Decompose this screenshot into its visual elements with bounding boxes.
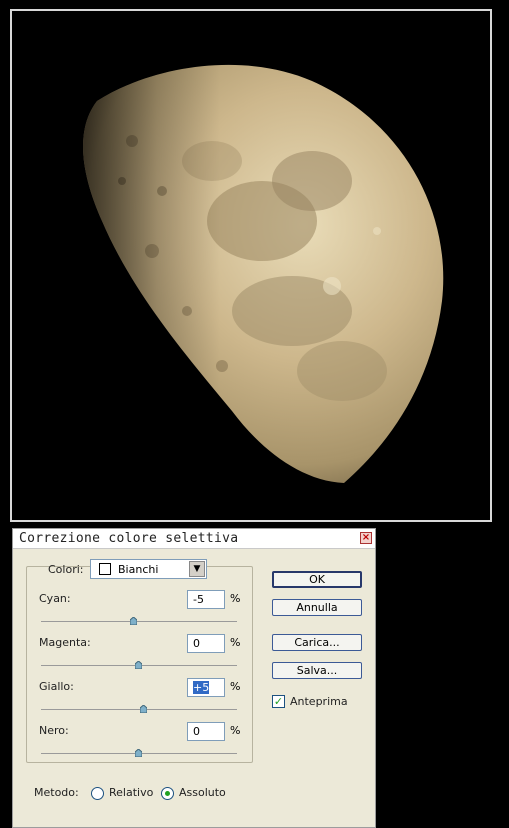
- dialog-titlebar[interactable]: Correzione colore selettiva ×: [13, 529, 375, 549]
- close-icon: ×: [361, 532, 371, 543]
- salva-button[interactable]: Salva...: [272, 662, 362, 679]
- relativo-label: Relativo: [109, 786, 154, 799]
- magenta-value: 0: [193, 637, 200, 650]
- nero-label: Nero:: [39, 724, 69, 737]
- cyan-input[interactable]: -5: [187, 590, 225, 609]
- cyan-percent-sign: %: [230, 592, 241, 605]
- image-preview: [10, 9, 492, 522]
- giallo-input[interactable]: +5: [187, 678, 225, 697]
- assoluto-radio[interactable]: [161, 787, 174, 800]
- giallo-slider[interactable]: [41, 705, 237, 713]
- close-button[interactable]: ×: [360, 532, 372, 544]
- nero-slider[interactable]: [41, 749, 237, 757]
- check-icon: ✓: [273, 695, 284, 708]
- magenta-slider-thumb[interactable]: [135, 661, 142, 669]
- anteprima-checkbox[interactable]: ✓: [272, 695, 285, 708]
- chevron-down-icon[interactable]: ▼: [189, 561, 205, 577]
- nero-slider-thumb[interactable]: [135, 749, 142, 757]
- giallo-slider-thumb[interactable]: [140, 705, 147, 713]
- colori-label: Colori:: [48, 563, 84, 576]
- metodo-label: Metodo:: [34, 786, 79, 799]
- giallo-label: Giallo:: [39, 680, 74, 693]
- magenta-input[interactable]: 0: [187, 634, 225, 653]
- moon-image: [12, 11, 490, 520]
- colori-value: Bianchi: [118, 563, 159, 576]
- cyan-slider-thumb[interactable]: [130, 617, 137, 625]
- magenta-slider[interactable]: [41, 661, 237, 669]
- color-swatch: [99, 563, 111, 575]
- carica-button[interactable]: Carica...: [272, 634, 362, 651]
- giallo-percent-sign: %: [230, 680, 241, 693]
- selective-color-dialog: Correzione colore selettiva × Colori: Bi…: [12, 528, 376, 828]
- cyan-slider[interactable]: [41, 617, 237, 625]
- annulla-button[interactable]: Annulla: [272, 599, 362, 616]
- ok-button[interactable]: OK: [272, 571, 362, 588]
- dialog-title: Correzione colore selettiva: [19, 531, 239, 546]
- cyan-value: -5: [193, 593, 204, 606]
- assoluto-label: Assoluto: [179, 786, 226, 799]
- anteprima-label: Anteprima: [290, 695, 348, 708]
- nero-percent-sign: %: [230, 724, 241, 737]
- cyan-label: Cyan:: [39, 592, 71, 605]
- nero-input[interactable]: 0: [187, 722, 225, 741]
- nero-value: 0: [193, 725, 200, 738]
- magenta-label: Magenta:: [39, 636, 91, 649]
- colori-select[interactable]: Bianchi ▼: [90, 559, 207, 579]
- giallo-value: +5: [193, 681, 210, 694]
- magenta-percent-sign: %: [230, 636, 241, 649]
- radio-selected-dot: [165, 791, 170, 796]
- relativo-radio[interactable]: [91, 787, 104, 800]
